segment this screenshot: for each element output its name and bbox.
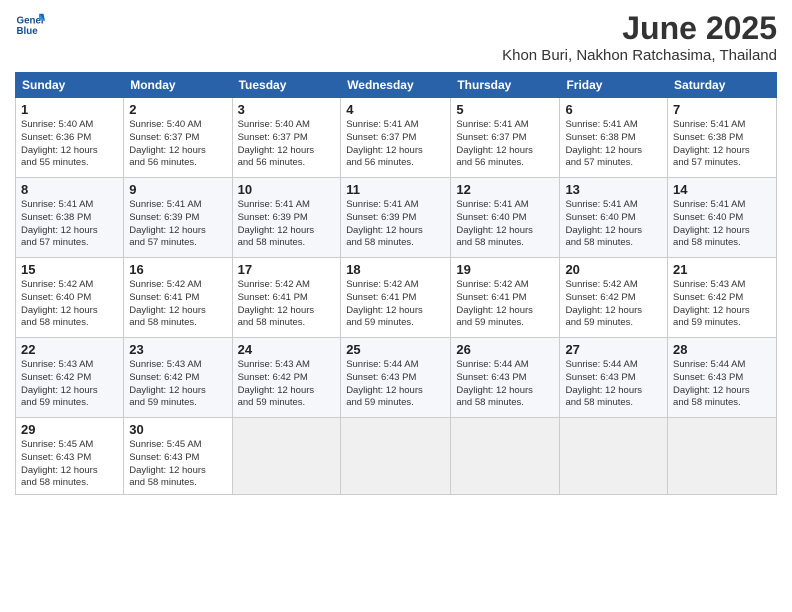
table-row: 25Sunrise: 5:44 AMSunset: 6:43 PMDayligh… bbox=[341, 338, 451, 418]
table-row bbox=[341, 418, 451, 495]
table-row bbox=[560, 418, 668, 495]
table-row: 17Sunrise: 5:42 AMSunset: 6:41 PMDayligh… bbox=[232, 258, 341, 338]
table-row: 7Sunrise: 5:41 AMSunset: 6:38 PMDaylight… bbox=[668, 98, 777, 178]
location-title: Khon Buri, Nakhon Ratchasima, Thailand bbox=[502, 47, 777, 64]
col-tuesday: Tuesday bbox=[232, 73, 341, 98]
svg-text:Blue: Blue bbox=[17, 26, 39, 37]
table-row: 18Sunrise: 5:42 AMSunset: 6:41 PMDayligh… bbox=[341, 258, 451, 338]
calendar-table: Sunday Monday Tuesday Wednesday Thursday… bbox=[15, 72, 777, 495]
col-friday: Friday bbox=[560, 73, 668, 98]
table-row bbox=[232, 418, 341, 495]
table-row: 19Sunrise: 5:42 AMSunset: 6:41 PMDayligh… bbox=[451, 258, 560, 338]
table-row: 1Sunrise: 5:40 AMSunset: 6:36 PMDaylight… bbox=[16, 98, 124, 178]
header: General Blue June 2025 Khon Buri, Nakhon… bbox=[15, 10, 777, 64]
table-row: 26Sunrise: 5:44 AMSunset: 6:43 PMDayligh… bbox=[451, 338, 560, 418]
col-sunday: Sunday bbox=[16, 73, 124, 98]
table-row: 6Sunrise: 5:41 AMSunset: 6:38 PMDaylight… bbox=[560, 98, 668, 178]
table-row: 21Sunrise: 5:43 AMSunset: 6:42 PMDayligh… bbox=[668, 258, 777, 338]
month-title: June 2025 bbox=[502, 10, 777, 47]
table-row: 2Sunrise: 5:40 AMSunset: 6:37 PMDaylight… bbox=[124, 98, 232, 178]
table-row: 3Sunrise: 5:40 AMSunset: 6:37 PMDaylight… bbox=[232, 98, 341, 178]
title-block: June 2025 Khon Buri, Nakhon Ratchasima, … bbox=[502, 10, 777, 64]
table-row: 10Sunrise: 5:41 AMSunset: 6:39 PMDayligh… bbox=[232, 178, 341, 258]
table-row: 11Sunrise: 5:41 AMSunset: 6:39 PMDayligh… bbox=[341, 178, 451, 258]
table-row: 24Sunrise: 5:43 AMSunset: 6:42 PMDayligh… bbox=[232, 338, 341, 418]
header-row: Sunday Monday Tuesday Wednesday Thursday… bbox=[16, 73, 777, 98]
table-row: 4Sunrise: 5:41 AMSunset: 6:37 PMDaylight… bbox=[341, 98, 451, 178]
table-row: 5Sunrise: 5:41 AMSunset: 6:37 PMDaylight… bbox=[451, 98, 560, 178]
table-row: 16Sunrise: 5:42 AMSunset: 6:41 PMDayligh… bbox=[124, 258, 232, 338]
table-row: 8Sunrise: 5:41 AMSunset: 6:38 PMDaylight… bbox=[16, 178, 124, 258]
table-row: 23Sunrise: 5:43 AMSunset: 6:42 PMDayligh… bbox=[124, 338, 232, 418]
table-row: 29Sunrise: 5:45 AMSunset: 6:43 PMDayligh… bbox=[16, 418, 124, 495]
col-monday: Monday bbox=[124, 73, 232, 98]
table-row bbox=[668, 418, 777, 495]
col-wednesday: Wednesday bbox=[341, 73, 451, 98]
table-row: 15Sunrise: 5:42 AMSunset: 6:40 PMDayligh… bbox=[16, 258, 124, 338]
table-row: 30Sunrise: 5:45 AMSunset: 6:43 PMDayligh… bbox=[124, 418, 232, 495]
logo: General Blue bbox=[15, 10, 48, 40]
col-saturday: Saturday bbox=[668, 73, 777, 98]
table-row bbox=[451, 418, 560, 495]
logo-icon: General Blue bbox=[15, 10, 45, 40]
page: General Blue June 2025 Khon Buri, Nakhon… bbox=[0, 0, 792, 612]
table-row: 9Sunrise: 5:41 AMSunset: 6:39 PMDaylight… bbox=[124, 178, 232, 258]
table-row: 13Sunrise: 5:41 AMSunset: 6:40 PMDayligh… bbox=[560, 178, 668, 258]
table-row: 14Sunrise: 5:41 AMSunset: 6:40 PMDayligh… bbox=[668, 178, 777, 258]
table-row: 12Sunrise: 5:41 AMSunset: 6:40 PMDayligh… bbox=[451, 178, 560, 258]
table-row: 22Sunrise: 5:43 AMSunset: 6:42 PMDayligh… bbox=[16, 338, 124, 418]
table-row: 27Sunrise: 5:44 AMSunset: 6:43 PMDayligh… bbox=[560, 338, 668, 418]
table-row: 28Sunrise: 5:44 AMSunset: 6:43 PMDayligh… bbox=[668, 338, 777, 418]
table-row: 20Sunrise: 5:42 AMSunset: 6:42 PMDayligh… bbox=[560, 258, 668, 338]
col-thursday: Thursday bbox=[451, 73, 560, 98]
